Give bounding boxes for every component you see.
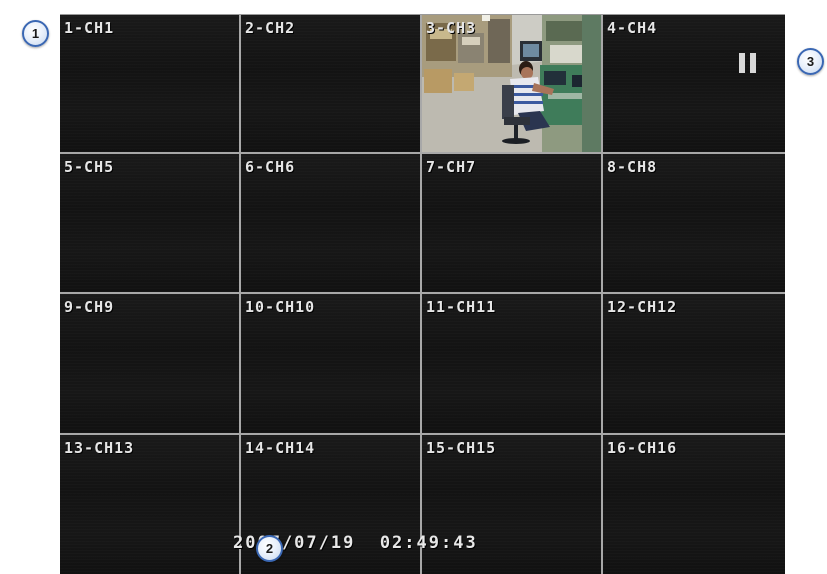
- dvr-monitor-display: 1-CH1 2-CH2 3-CH3 4-CH4 5-CH5 6-CH6 7-CH…: [60, 14, 785, 574]
- channel-label: 14-CH14: [245, 439, 316, 457]
- channel-tile-5[interactable]: 5-CH5: [60, 154, 241, 294]
- channel-label: 15-CH15: [426, 439, 497, 457]
- channel-tile-2[interactable]: 2-CH2: [241, 15, 422, 154]
- channel-label: 10-CH10: [245, 298, 316, 316]
- channel-label: 4-CH4: [607, 19, 658, 37]
- channel-label: 12-CH12: [607, 298, 678, 316]
- channel-tile-6[interactable]: 6-CH6: [241, 154, 422, 294]
- channel-tile-8[interactable]: 8-CH8: [603, 154, 785, 294]
- channel-tile-12[interactable]: 12-CH12: [603, 294, 785, 435]
- pause-icon: [739, 53, 757, 73]
- channel-label: 8-CH8: [607, 158, 658, 176]
- channel-tile-9[interactable]: 9-CH9: [60, 294, 241, 435]
- channel-label: 5-CH5: [64, 158, 115, 176]
- channel-label: 7-CH7: [426, 158, 477, 176]
- dvr-screen-figure: 1 3 1-CH1 2-CH2 3-CH3 4-CH4 5-CH5 6-CH6 …: [0, 0, 827, 574]
- channel-label: 9-CH9: [64, 298, 115, 316]
- channel-grid: 1-CH1 2-CH2 3-CH3 4-CH4 5-CH5 6-CH6 7-CH…: [60, 15, 785, 574]
- channel-tile-10[interactable]: 10-CH10: [241, 294, 422, 435]
- channel-tile-7[interactable]: 7-CH7: [422, 154, 603, 294]
- channel-tile-4[interactable]: 4-CH4: [603, 15, 785, 154]
- channel-tile-1[interactable]: 1-CH1: [60, 15, 241, 154]
- channel-tile-16[interactable]: 16-CH16: [603, 435, 785, 574]
- channel-tile-11[interactable]: 11-CH11: [422, 294, 603, 435]
- channel-label: 16-CH16: [607, 439, 678, 457]
- channel-label: 13-CH13: [64, 439, 135, 457]
- channel-label: 2-CH2: [245, 19, 296, 37]
- callout-badge-3: 3: [797, 48, 824, 75]
- channel-tile-13[interactable]: 13-CH13: [60, 435, 241, 574]
- channel-label: 1-CH1: [64, 19, 115, 37]
- callout-badge-2: 2: [256, 535, 283, 562]
- channel-label: 6-CH6: [245, 158, 296, 176]
- channel-tile-15[interactable]: 15-CH15: [422, 435, 603, 574]
- channel-label: 3-CH3: [426, 19, 477, 37]
- channel-label: 11-CH11: [426, 298, 497, 316]
- channel-tile-3[interactable]: 3-CH3: [422, 15, 603, 154]
- callout-badge-1: 1: [22, 20, 49, 47]
